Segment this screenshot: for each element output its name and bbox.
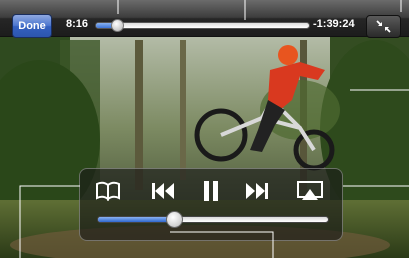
next-track-icon[interactable]: [242, 178, 272, 204]
scrubber-thumb[interactable]: [111, 19, 125, 32]
done-button[interactable]: Done: [12, 14, 52, 38]
playback-controls-panel: [79, 168, 343, 241]
elapsed-time: 8:16: [66, 18, 89, 30]
chapters-icon[interactable]: [93, 178, 123, 204]
pause-icon[interactable]: [196, 178, 226, 204]
volume-fill: [98, 217, 174, 222]
remaining-time: -1:39:24: [313, 18, 355, 30]
volume-thumb[interactable]: [165, 211, 183, 228]
airplay-icon[interactable]: [295, 178, 325, 204]
top-toolbar: Done 8:16 -1:39:24: [0, 0, 409, 38]
previous-track-icon[interactable]: [148, 178, 178, 204]
playback-scrubber[interactable]: [95, 19, 310, 32]
collapse-arrows-icon: [376, 20, 391, 33]
volume-slider[interactable]: [97, 211, 329, 228]
exit-fullscreen-button[interactable]: [366, 15, 401, 38]
